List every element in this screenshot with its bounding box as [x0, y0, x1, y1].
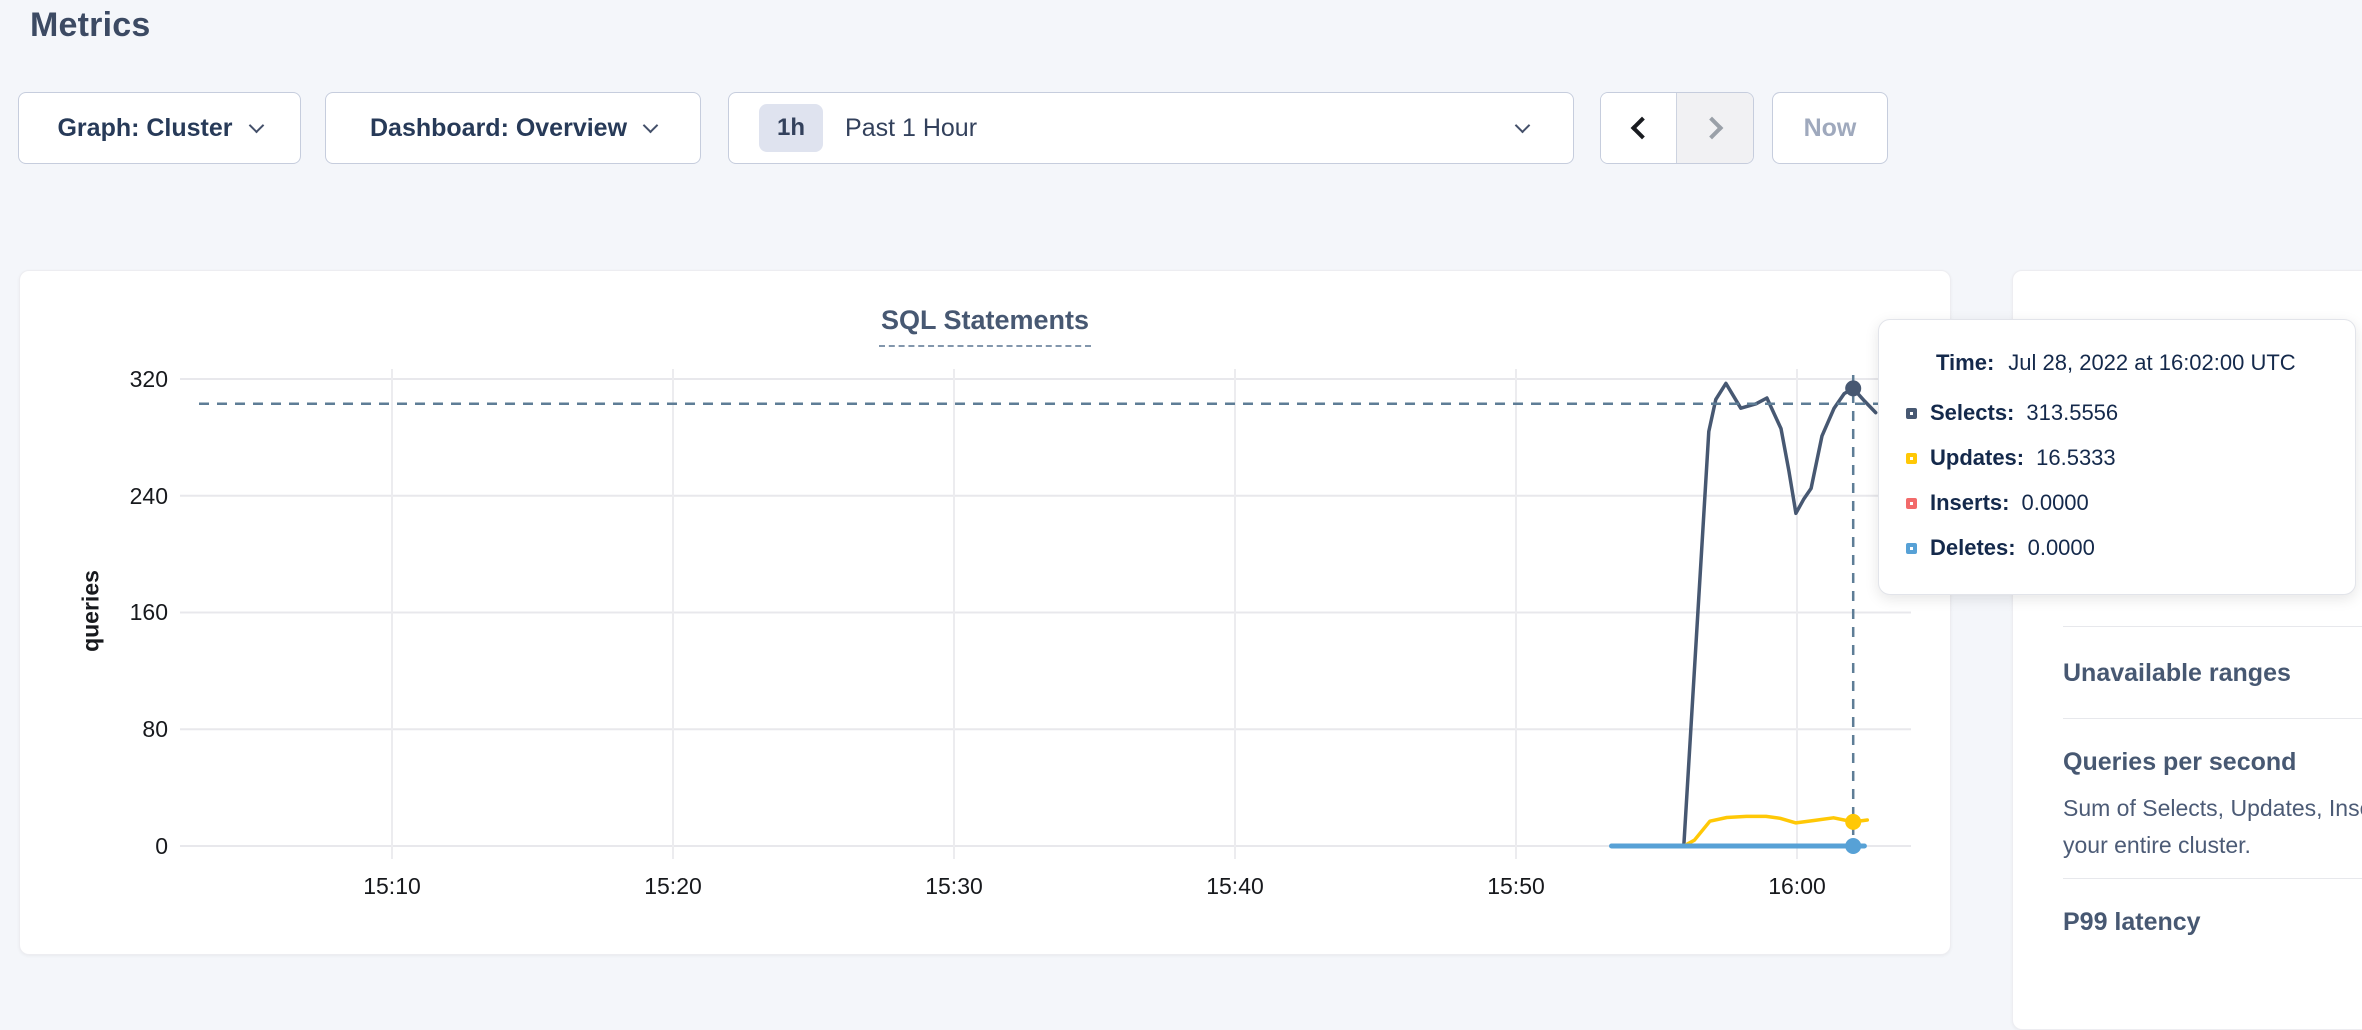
tooltip-series-value: 0.0000 — [2028, 535, 2095, 561]
tooltip-series-label: Inserts: — [1930, 490, 2009, 516]
chart-plot-area[interactable] — [20, 271, 1952, 956]
time-range-badge: 1h — [759, 104, 823, 152]
sidebar-item-p99-latency: P99 latency — [2063, 908, 2201, 937]
x-axis-tick: 16:00 — [1737, 873, 1857, 900]
divider — [2063, 718, 2362, 719]
x-axis-tick: 15:10 — [332, 873, 452, 900]
chevron-down-icon — [1515, 117, 1531, 133]
tooltip-series-value: 16.5333 — [2036, 445, 2116, 471]
sidebar-item-description: Sum of Selects, Updates, Inserts, and De… — [2063, 790, 2362, 826]
chevron-left-icon — [1630, 117, 1653, 140]
y-axis-tick: 0 — [58, 831, 168, 861]
tooltip-series-row: Deletes: 0.0000 — [1906, 535, 2095, 561]
sidebar-item-unavailable-ranges: Unavailable ranges — [2063, 659, 2291, 688]
divider — [2063, 878, 2362, 879]
tooltip-series-label: Updates: — [1930, 445, 2024, 471]
dashboard-dropdown-label: Dashboard: Overview — [370, 114, 627, 143]
tooltip-series-value: 313.5556 — [2026, 400, 2118, 426]
graph-scope-dropdown-label: Graph: Cluster — [57, 114, 232, 143]
now-button[interactable]: Now — [1772, 92, 1888, 164]
tooltip-series-label: Deletes: — [1930, 535, 2016, 561]
graph-scope-dropdown[interactable]: Graph: Cluster — [18, 92, 301, 164]
selects-swatch-icon — [1906, 408, 1917, 419]
divider — [2063, 626, 2362, 627]
next-window-button[interactable] — [1677, 93, 1753, 163]
time-range-label: Past 1 Hour — [845, 114, 1517, 143]
metrics-page: { "page": { "title": "Metrics" }, "toolb… — [0, 0, 2362, 966]
y-axis-tick: 240 — [58, 481, 168, 511]
tooltip-series-label: Selects: — [1930, 400, 2014, 426]
deletes-swatch-icon — [1906, 543, 1917, 554]
chevron-right-icon — [1701, 117, 1724, 140]
tooltip-time-value: Jul 28, 2022 at 16:02:00 UTC — [2008, 350, 2295, 375]
x-axis-tick: 15:30 — [894, 873, 1014, 900]
time-range-picker[interactable]: 1h Past 1 Hour — [728, 92, 1574, 164]
time-window-stepper — [1600, 92, 1754, 164]
y-axis-tick: 80 — [58, 714, 168, 744]
x-axis-tick: 15:40 — [1175, 873, 1295, 900]
x-axis-tick: 15:20 — [613, 873, 733, 900]
previous-window-button[interactable] — [1601, 93, 1677, 163]
tooltip-series-value: 0.0000 — [2021, 490, 2088, 516]
inserts-swatch-icon — [1906, 498, 1917, 509]
x-axis-tick: 15:50 — [1456, 873, 1576, 900]
updates-swatch-icon — [1906, 453, 1917, 464]
tooltip-series-row: Updates: 16.5333 — [1906, 445, 2116, 471]
chevron-down-icon — [643, 117, 659, 133]
tooltip-time-row: Time: Jul 28, 2022 at 16:02:00 UTC — [1936, 350, 2296, 376]
tooltip-series-row: Inserts: 0.0000 — [1906, 490, 2089, 516]
chart-hover-tooltip: Time: Jul 28, 2022 at 16:02:00 UTC Select… — [1878, 319, 2356, 595]
tooltip-series-row: Selects: 313.5556 — [1906, 400, 2118, 426]
page-title: Metrics — [30, 6, 150, 45]
tooltip-time-label: Time: — [1936, 350, 1994, 375]
sql-statements-chart-card: SQL Statements queries 32024016080015:10… — [19, 270, 1951, 955]
sidebar-item-description: your entire cluster. — [2063, 827, 2251, 863]
chevron-down-icon — [248, 117, 264, 133]
y-axis-tick: 320 — [58, 364, 168, 394]
sidebar-item-queries-per-second: Queries per second — [2063, 748, 2296, 777]
y-axis-tick: 160 — [58, 597, 168, 627]
dashboard-dropdown[interactable]: Dashboard: Overview — [325, 92, 701, 164]
